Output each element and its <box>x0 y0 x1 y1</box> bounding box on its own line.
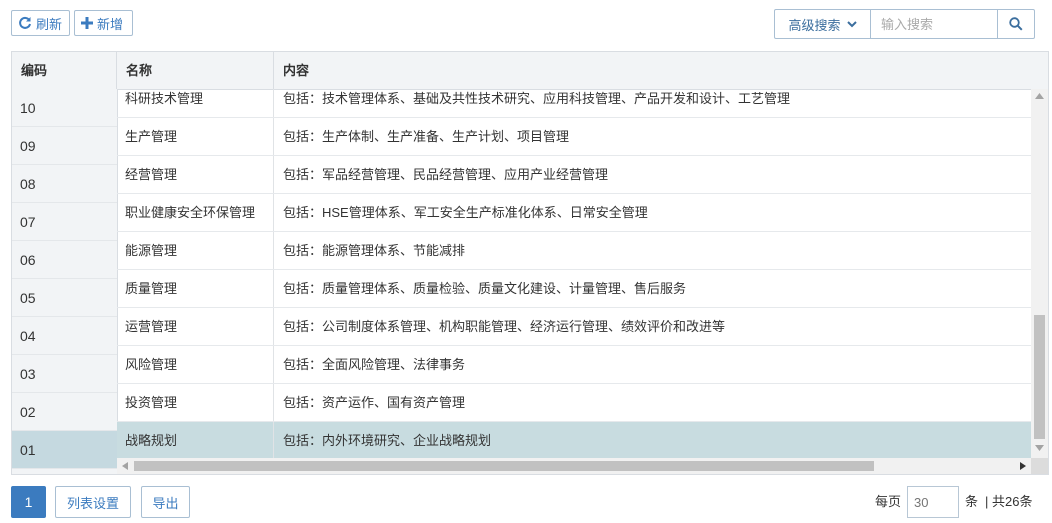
list-settings-button[interactable]: 列表设置 <box>55 486 131 518</box>
search-button[interactable] <box>998 10 1034 38</box>
horizontal-scroll-thumb[interactable] <box>134 461 874 471</box>
table-row[interactable]: 生产管理 包括：生产体制、生产准备、生产计划、项目管理 <box>117 118 1031 156</box>
row-content: 包括：生产体制、生产准备、生产计划、项目管理 <box>283 129 570 144</box>
data-grid: 编码 名称 内容 10 09 08 07 06 05 04 03 02 01 科研技术管理 包括：技… <box>11 51 1049 475</box>
row-name: 生产管理 <box>117 118 274 155</box>
row-code[interactable]: 04 <box>12 317 117 355</box>
code-column: 10 09 08 07 06 05 04 03 02 01 <box>12 89 118 474</box>
row-code[interactable]: 06 <box>12 241 117 279</box>
table-row[interactable]: 科研技术管理 包括：技术管理体系、基础及共性技术研究、应用科技管理、产品开发和设计… <box>117 89 1031 118</box>
plus-icon <box>81 17 93 29</box>
table-row[interactable]: 战略规划 包括：内外环境研究、企业战略规划 <box>117 422 1031 458</box>
row-code[interactable]: 10 <box>12 89 117 127</box>
page-button-current[interactable]: 1 <box>11 486 46 518</box>
row-name: 运营管理 <box>117 308 274 345</box>
row-code[interactable]: 07 <box>12 203 117 241</box>
row-content: 包括：技术管理体系、基础及共性技术研究、应用科技管理、产品开发和设计、工艺管理 <box>283 91 791 106</box>
row-name: 质量管理 <box>117 270 274 307</box>
add-label: 新增 <box>97 16 124 32</box>
row-content: 包括：全面风险管理、法律事务 <box>283 357 466 372</box>
advanced-search-label: 高级搜索 <box>788 17 841 33</box>
total-count: | 共26条 <box>985 494 1033 509</box>
horizontal-scrollbar[interactable] <box>117 458 1031 474</box>
row-content: 包括：公司制度体系管理、机构职能管理、经济运行管理、绩效评价和改进等 <box>283 319 726 334</box>
row-code[interactable]: 09 <box>12 127 117 165</box>
row-name: 能源管理 <box>117 232 274 269</box>
row-name: 经营管理 <box>117 156 274 193</box>
per-page-unit: 条 <box>965 494 979 509</box>
row-code[interactable]: 05 <box>12 279 117 317</box>
row-content: 包括：HSE管理体系、军工安全生产标准化体系、日常安全管理 <box>283 205 648 220</box>
column-header-content[interactable]: 内容 <box>274 52 1048 89</box>
row-name: 职业健康安全环保管理 <box>117 194 274 231</box>
row-code[interactable]: 02 <box>12 393 117 431</box>
column-header-name[interactable]: 名称 <box>117 52 274 89</box>
row-name: 风险管理 <box>117 346 274 383</box>
row-name: 战略规划 <box>117 422 274 458</box>
refresh-icon <box>19 16 31 29</box>
scroll-down-arrow-icon[interactable] <box>1035 445 1044 451</box>
per-page-label: 每页 <box>875 494 902 509</box>
chevron-down-icon <box>846 20 857 27</box>
table-row[interactable]: 能源管理 包括：能源管理体系、节能减排 <box>117 232 1031 270</box>
grid-header: 编码 名称 内容 <box>12 52 1048 90</box>
search-icon <box>1009 17 1023 31</box>
refresh-button[interactable]: 刷新 <box>11 10 70 36</box>
scroll-right-arrow-icon[interactable] <box>1020 462 1026 470</box>
row-content: 包括：内外环境研究、企业战略规划 <box>283 433 492 448</box>
row-name: 科研技术管理 <box>117 89 274 117</box>
row-content: 包括：军品经营管理、民品经营管理、应用产业经营管理 <box>283 167 609 182</box>
scroll-up-arrow-icon[interactable] <box>1035 93 1044 99</box>
row-content: 包括：资产运作、国有资产管理 <box>283 395 466 410</box>
row-content: 包括：能源管理体系、节能减排 <box>283 243 466 258</box>
vertical-scroll-thumb[interactable] <box>1034 315 1045 439</box>
grid-body: 科研技术管理 包括：技术管理体系、基础及共性技术研究、应用科技管理、产品开发和设计… <box>117 89 1031 458</box>
search-bar: 高级搜索 <box>774 9 1035 39</box>
search-input[interactable] <box>871 10 998 38</box>
row-code[interactable]: 03 <box>12 355 117 393</box>
table-row[interactable]: 职业健康安全环保管理 包括：HSE管理体系、军工安全生产标准化体系、日常安全管理 <box>117 194 1031 232</box>
export-button[interactable]: 导出 <box>141 486 190 518</box>
scroll-left-arrow-icon[interactable] <box>122 462 128 470</box>
column-header-code[interactable]: 编码 <box>12 52 117 89</box>
vertical-scrollbar[interactable] <box>1031 89 1048 458</box>
table-row[interactable]: 投资管理 包括：资产运作、国有资产管理 <box>117 384 1031 422</box>
row-code[interactable]: 01 <box>12 431 117 469</box>
refresh-label: 刷新 <box>36 16 63 32</box>
row-name: 投资管理 <box>117 384 274 421</box>
row-content: 包括：质量管理体系、质量检验、质量文化建设、计量管理、售后服务 <box>283 281 687 296</box>
row-code[interactable]: 08 <box>12 165 117 203</box>
per-page-input[interactable] <box>907 486 959 518</box>
scrollbar-corner <box>1031 458 1048 474</box>
add-button[interactable]: 新增 <box>74 10 133 36</box>
table-row[interactable]: 运营管理 包括：公司制度体系管理、机构职能管理、经济运行管理、绩效评价和改进等 <box>117 308 1031 346</box>
table-row[interactable]: 风险管理 包括：全面风险管理、法律事务 <box>117 346 1031 384</box>
table-row[interactable]: 质量管理 包括：质量管理体系、质量检验、质量文化建设、计量管理、售后服务 <box>117 270 1031 308</box>
table-row[interactable]: 经营管理 包括：军品经营管理、民品经营管理、应用产业经营管理 <box>117 156 1031 194</box>
advanced-search-dropdown[interactable]: 高级搜索 <box>775 10 871 38</box>
